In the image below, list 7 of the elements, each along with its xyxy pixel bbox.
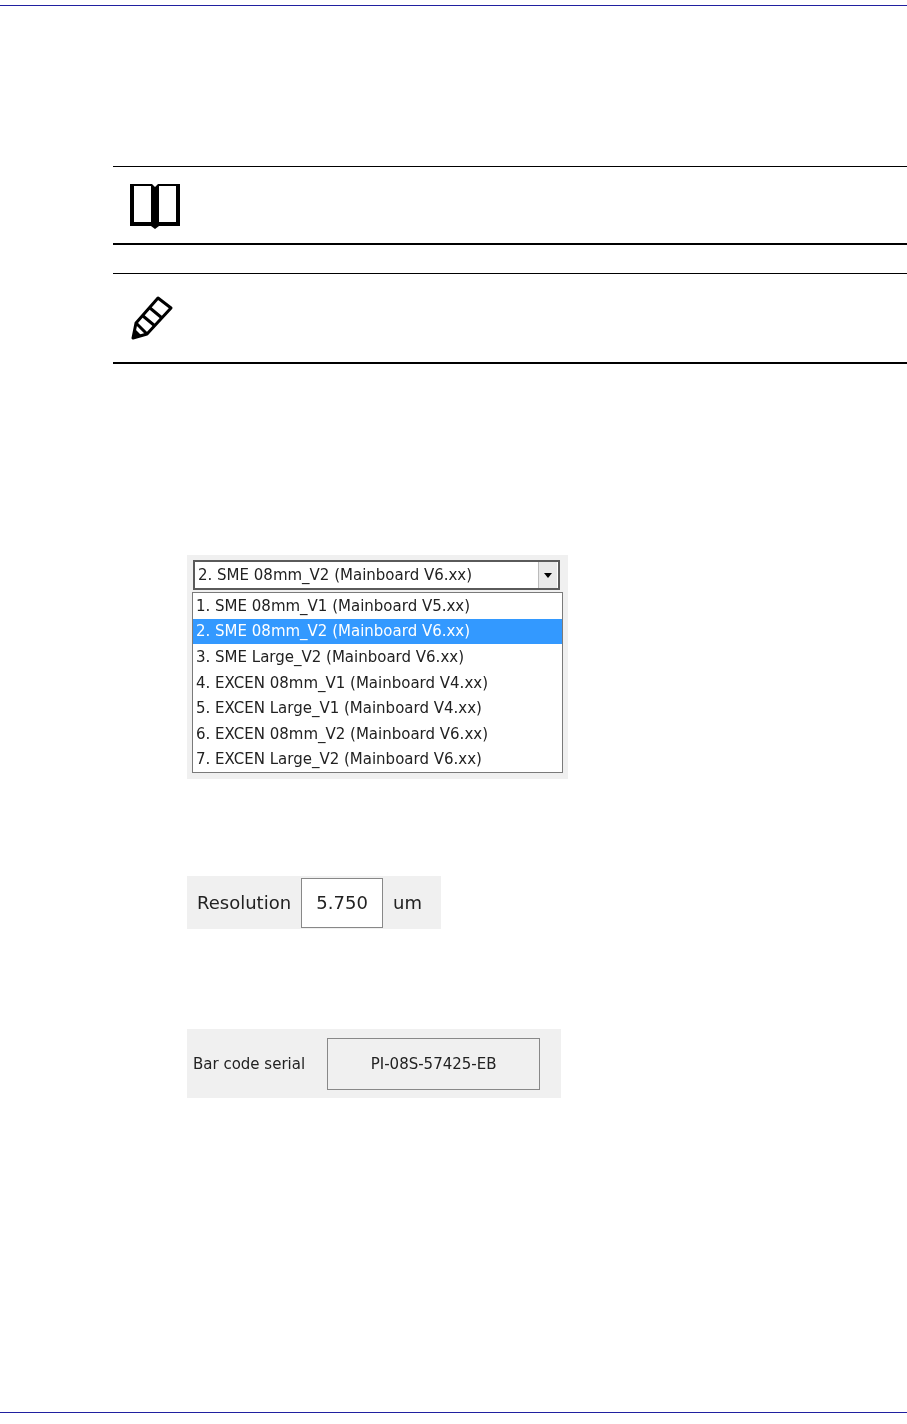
barcode-label: Bar code serial — [193, 1054, 306, 1073]
resolution-label: Resolution — [197, 892, 292, 913]
model-dropdown[interactable]: 2. SME 08mm_V2 (Mainboard V6.xx) — [193, 560, 560, 590]
unit-label: um — [393, 892, 422, 913]
resolution-field[interactable]: 5.750 — [301, 877, 384, 928]
barcode-field: PI-08S-57425-EB — [327, 1037, 541, 1090]
caret-icon — [544, 572, 552, 578]
